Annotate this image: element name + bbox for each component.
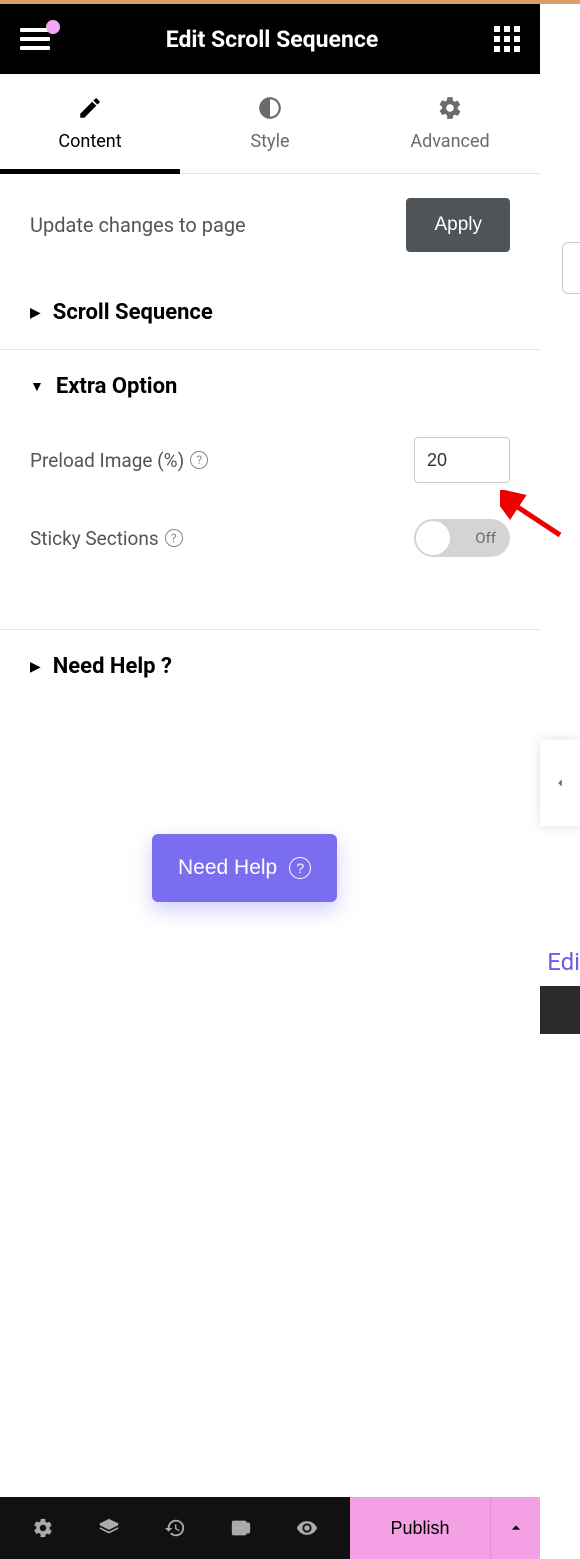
editor-panel: Edit Scroll Sequence Content Style Advan… bbox=[0, 4, 540, 1559]
sticky-sections-toggle[interactable]: Off bbox=[414, 519, 510, 557]
field-sticky-sections: Sticky Sections ? Off bbox=[30, 501, 510, 575]
contrast-icon bbox=[257, 95, 283, 121]
panel-title: Edit Scroll Sequence bbox=[166, 26, 379, 53]
section-need-help: ▶ Need Help ? bbox=[0, 629, 540, 703]
chevron-down-icon: ▼ bbox=[30, 378, 44, 395]
tab-label: Style bbox=[250, 131, 289, 152]
settings-icon[interactable] bbox=[32, 1517, 54, 1539]
toggle-label: Off bbox=[475, 529, 496, 547]
tab-label: Content bbox=[58, 131, 121, 152]
field-preload-image: Preload Image (%) ? bbox=[30, 419, 510, 501]
tab-style[interactable]: Style bbox=[180, 74, 360, 173]
tabs-bar: Content Style Advanced bbox=[0, 74, 540, 174]
section-title: Need Help ? bbox=[53, 654, 172, 679]
section-title: Scroll Sequence bbox=[53, 300, 213, 325]
publish-button[interactable]: Publish bbox=[350, 1497, 490, 1559]
update-text: Update changes to page bbox=[30, 213, 246, 237]
need-help-button[interactable]: Need Help ? bbox=[152, 834, 337, 902]
preload-image-input[interactable] bbox=[414, 437, 510, 483]
field-label: Preload Image (%) ? bbox=[30, 449, 208, 472]
toggle-knob bbox=[416, 521, 450, 555]
help-icon: ? bbox=[289, 857, 311, 879]
section-header-need-help[interactable]: ▶ Need Help ? bbox=[30, 654, 510, 679]
tab-label: Advanced bbox=[410, 131, 489, 152]
side-text-edi: Edi bbox=[547, 948, 580, 976]
side-tab[interactable] bbox=[562, 242, 580, 294]
help-icon[interactable]: ? bbox=[190, 451, 208, 469]
section-header-scroll-sequence[interactable]: ▶ Scroll Sequence bbox=[30, 300, 510, 325]
pencil-icon bbox=[77, 95, 103, 121]
chevron-right-icon: ▶ bbox=[30, 659, 41, 675]
preview-icon[interactable] bbox=[296, 1517, 318, 1539]
publish-options-chevron[interactable] bbox=[490, 1497, 540, 1559]
history-icon[interactable] bbox=[164, 1517, 186, 1539]
section-title: Extra Option bbox=[56, 374, 178, 399]
menu-icon[interactable] bbox=[20, 28, 50, 50]
bottom-icons bbox=[0, 1517, 350, 1539]
section-header-extra-option[interactable]: ▼ Extra Option bbox=[30, 374, 510, 399]
apply-button[interactable]: Apply bbox=[406, 198, 510, 252]
bottom-bar: Publish bbox=[0, 1497, 540, 1559]
field-label: Sticky Sections ? bbox=[30, 527, 183, 550]
side-dark-block bbox=[540, 986, 580, 1034]
help-icon[interactable]: ? bbox=[165, 529, 183, 547]
responsive-icon[interactable] bbox=[230, 1517, 252, 1539]
gear-icon bbox=[437, 95, 463, 121]
chevron-right-icon: ▶ bbox=[30, 305, 41, 321]
section-scroll-sequence: ▶ Scroll Sequence bbox=[0, 276, 540, 349]
section-extra-option: ▼ Extra Option Preload Image (%) ? Stick… bbox=[0, 349, 540, 599]
collapse-panel-button[interactable] bbox=[540, 740, 580, 826]
notification-dot bbox=[46, 20, 60, 34]
navigator-icon[interactable] bbox=[98, 1517, 120, 1539]
apps-grid-icon[interactable] bbox=[494, 26, 520, 52]
need-help-label: Need Help bbox=[178, 856, 277, 880]
update-row: Update changes to page Apply bbox=[0, 174, 540, 276]
tab-content[interactable]: Content bbox=[0, 74, 180, 173]
tab-advanced[interactable]: Advanced bbox=[360, 74, 540, 173]
panel-header: Edit Scroll Sequence bbox=[0, 4, 540, 74]
